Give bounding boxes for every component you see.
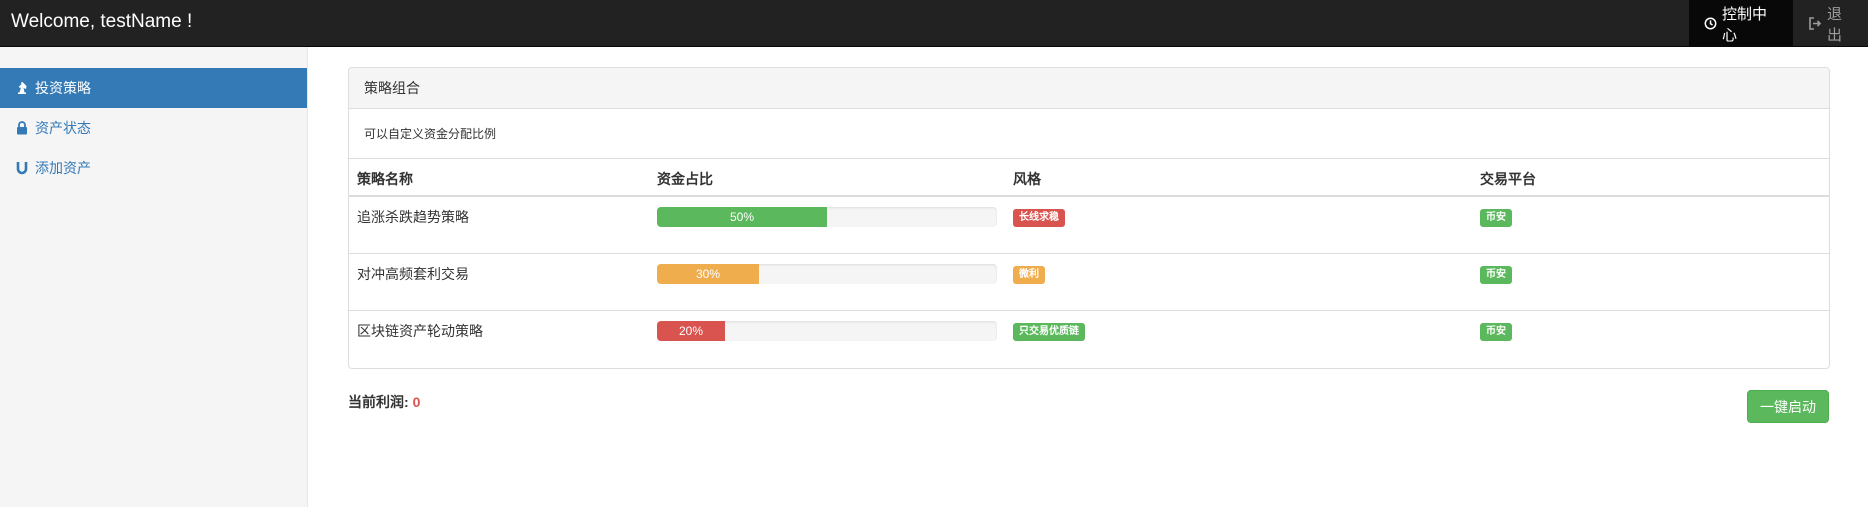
column-header-platform: 交易平台: [1480, 171, 1536, 187]
panel-description: 可以自定义资金分配比例: [349, 109, 1829, 159]
ratio-progress-bar: 50%: [657, 207, 827, 227]
style-badge: 微利: [1013, 266, 1045, 284]
current-profit: 当前利润: 0: [348, 392, 420, 412]
sidebar-item-label: 投资策略: [35, 80, 91, 96]
profit-value: 0: [412, 394, 421, 410]
style-badge: 只交易优质链: [1013, 323, 1085, 341]
table-row: 区块链资产轮动策略 20% 只交易优质链 币安: [349, 311, 1829, 368]
magnet-icon: [15, 161, 29, 175]
dashboard-icon: [1704, 17, 1717, 30]
logout-icon: [1808, 17, 1822, 30]
nav-dashboard[interactable]: 控制中心: [1689, 0, 1793, 47]
sidebar-item-add-asset[interactable]: 添加资产: [0, 148, 307, 188]
strategy-name: 区块链资产轮动策略: [357, 323, 483, 339]
column-header-name: 策略名称: [357, 171, 413, 187]
ratio-progress-bar: 20%: [657, 321, 725, 341]
one-click-start-button[interactable]: 一键启动: [1747, 390, 1829, 423]
column-header-ratio: 资金占比: [657, 171, 713, 187]
style-badge: 长线求稳: [1013, 209, 1065, 227]
table-row: 对冲高频套利交易 30% 微利 币安: [349, 254, 1829, 311]
column-header-style: 风格: [1013, 171, 1041, 187]
sidebar: 投资策略 资产状态 添加资产: [0, 47, 308, 507]
ratio-progress: 50%: [657, 207, 997, 227]
welcome-brand: Welcome, testName !: [11, 11, 193, 32]
platform-badge: 币安: [1480, 266, 1512, 284]
sidebar-item-label: 添加资产: [35, 160, 91, 176]
platform-badge: 币安: [1480, 323, 1512, 341]
chess-knight-icon: [15, 81, 29, 95]
top-navbar: Welcome, testName ! 控制中心 退出: [0, 0, 1868, 47]
sidebar-item-asset-status[interactable]: 资产状态: [0, 108, 307, 148]
strategy-panel: 策略组合 可以自定义资金分配比例 策略名称 资金占比 风格 交易平台 追涨杀跌趋…: [348, 67, 1830, 369]
ratio-progress-bar: 30%: [657, 264, 759, 284]
lock-icon: [15, 121, 29, 135]
table-row: 追涨杀跌趋势策略 50% 长线求稳 币安: [349, 197, 1829, 254]
platform-badge: 币安: [1480, 209, 1512, 227]
strategy-name: 追涨杀跌趋势策略: [357, 209, 469, 225]
ratio-progress: 20%: [657, 321, 997, 341]
nav-logout-label: 退出: [1827, 5, 1843, 44]
table-header: 策略名称 资金占比 风格 交易平台: [349, 159, 1829, 197]
strategy-name: 对冲高频套利交易: [357, 266, 469, 282]
sidebar-item-investment-strategy[interactable]: 投资策略: [0, 68, 307, 108]
profit-label: 当前利润:: [348, 394, 409, 410]
panel-title: 策略组合: [349, 68, 1829, 109]
sidebar-item-label: 资产状态: [35, 120, 91, 136]
nav-dashboard-label: 控制中心: [1722, 5, 1768, 44]
ratio-progress: 30%: [657, 264, 997, 284]
nav-logout[interactable]: 退出: [1793, 0, 1868, 47]
